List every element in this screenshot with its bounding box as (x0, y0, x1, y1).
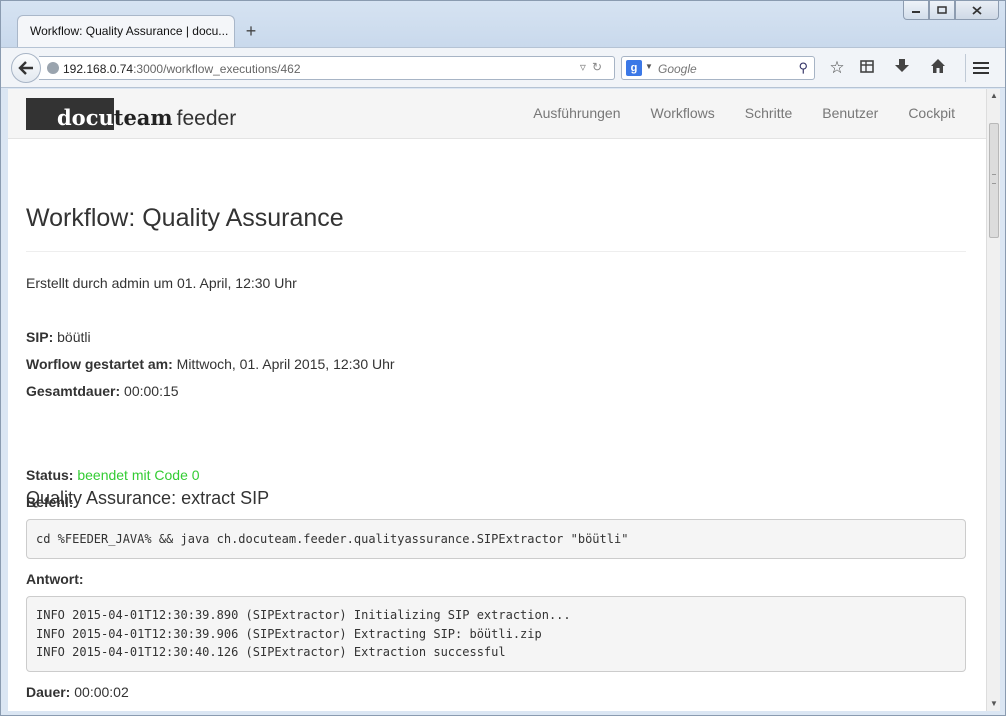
engine-dropdown-icon[interactable]: ▼ (645, 62, 653, 71)
url-host: 192.168.0.74 (63, 62, 134, 76)
duration-label: Dauer: (26, 684, 71, 700)
main-nav: Ausführungen Workflows Schritte Benutzer… (518, 89, 970, 139)
search-bar[interactable]: g ▼ Google ⚲ (621, 56, 815, 80)
duration-row: Dauer: 00:00:02 (26, 684, 129, 700)
brand-feeder: feeder (176, 107, 237, 130)
new-tab-button[interactable]: + (241, 21, 261, 41)
status-row: Status: beendet mit Code 0 (26, 467, 200, 483)
page-title: Workflow: Quality Assurance (26, 204, 344, 232)
url-text: 192.168.0.74:3000/workflow_executions/46… (63, 62, 301, 76)
brand-team: team (113, 105, 173, 130)
scrollbar-thumb[interactable] (989, 123, 999, 238)
reload-icon[interactable]: ↻ (592, 60, 608, 74)
scroll-down-icon[interactable]: ▼ (987, 697, 1001, 711)
tab-strip: Workflow: Quality Assurance | docu... + (1, 1, 1005, 47)
nav-cockpit[interactable]: Cockpit (893, 89, 970, 139)
back-button[interactable] (11, 53, 41, 83)
sip-value: böütli (57, 329, 91, 345)
minimize-button[interactable] (903, 1, 929, 20)
response-label: Antwort: (26, 571, 84, 587)
started-value: Mittwoch, 01. April 2015, 12:30 Uhr (176, 356, 395, 372)
total-duration-label: Gesamtdauer: (26, 383, 121, 399)
back-arrow-icon (18, 61, 33, 75)
brand-docu: docu (57, 105, 114, 130)
vertical-scrollbar[interactable]: ▲ ▼ (986, 89, 1000, 711)
sip-label: SIP: (26, 329, 54, 345)
bookmarks-menu-icon[interactable] (856, 58, 878, 79)
minimize-icon (912, 11, 920, 13)
browser-window: Workflow: Quality Assurance | docu... + … (0, 0, 1006, 716)
scroll-up-icon[interactable]: ▲ (987, 89, 1001, 103)
navigation-toolbar: 192.168.0.74:3000/workflow_executions/46… (1, 47, 1005, 88)
response-block: INFO 2015-04-01T12:30:39.890 (SIPExtract… (26, 596, 966, 672)
home-icon[interactable] (927, 58, 949, 79)
page-viewport: docuteam feeder Ausführungen Workflows Sc… (8, 89, 986, 711)
site-navbar: docuteam feeder Ausführungen Workflows Sc… (8, 89, 986, 139)
menu-button[interactable] (965, 54, 995, 82)
search-icon[interactable]: ⚲ (798, 60, 808, 76)
downloads-icon[interactable] (891, 58, 913, 79)
google-icon[interactable]: g (626, 60, 642, 76)
close-button[interactable] (955, 1, 999, 20)
command-label: Befehl: (26, 494, 74, 510)
response-label-row: Antwort: (26, 571, 84, 587)
created-info: Erstellt durch admin um 01. April, 12:30… (26, 275, 297, 291)
nav-workflows[interactable]: Workflows (635, 89, 729, 139)
status-value: beendet mit Code 0 (77, 467, 200, 483)
url-bar[interactable]: 192.168.0.74:3000/workflow_executions/46… (39, 56, 615, 80)
started-row: Worflow gestartet am: Mittwoch, 01. Apri… (26, 356, 395, 372)
nav-schritte[interactable]: Schritte (730, 89, 807, 139)
nav-ausfuehrungen[interactable]: Ausführungen (518, 89, 635, 139)
command-label-row: Befehl: (26, 494, 73, 510)
total-duration-value: 00:00:15 (124, 383, 179, 399)
bookmark-star-icon[interactable]: ☆ (826, 58, 848, 78)
tab-title: Workflow: Quality Assurance | docu... (30, 24, 229, 38)
total-duration-row: Gesamtdauer: 00:00:15 (26, 383, 179, 399)
close-icon (972, 5, 982, 15)
maximize-icon (937, 6, 947, 14)
nav-benutzer[interactable]: Benutzer (807, 89, 893, 139)
history-dropdown-icon[interactable]: ▿ (580, 60, 592, 74)
url-actions: ▿↻ (580, 60, 608, 74)
title-divider (26, 251, 966, 252)
site-identity-icon[interactable] (47, 62, 59, 74)
status-label: Status: (26, 467, 74, 483)
search-placeholder: Google (658, 62, 697, 76)
tab-workflow[interactable]: Workflow: Quality Assurance | docu... (17, 15, 235, 47)
maximize-button[interactable] (929, 1, 955, 20)
url-path: :3000/workflow_executions/462 (133, 62, 301, 76)
sip-row: SIP: böütli (26, 329, 91, 345)
duration-value: 00:00:02 (74, 684, 129, 700)
window-controls (903, 1, 999, 21)
command-block: cd %FEEDER_JAVA% && java ch.docuteam.fee… (26, 519, 966, 559)
started-label: Worflow gestartet am: (26, 356, 173, 372)
